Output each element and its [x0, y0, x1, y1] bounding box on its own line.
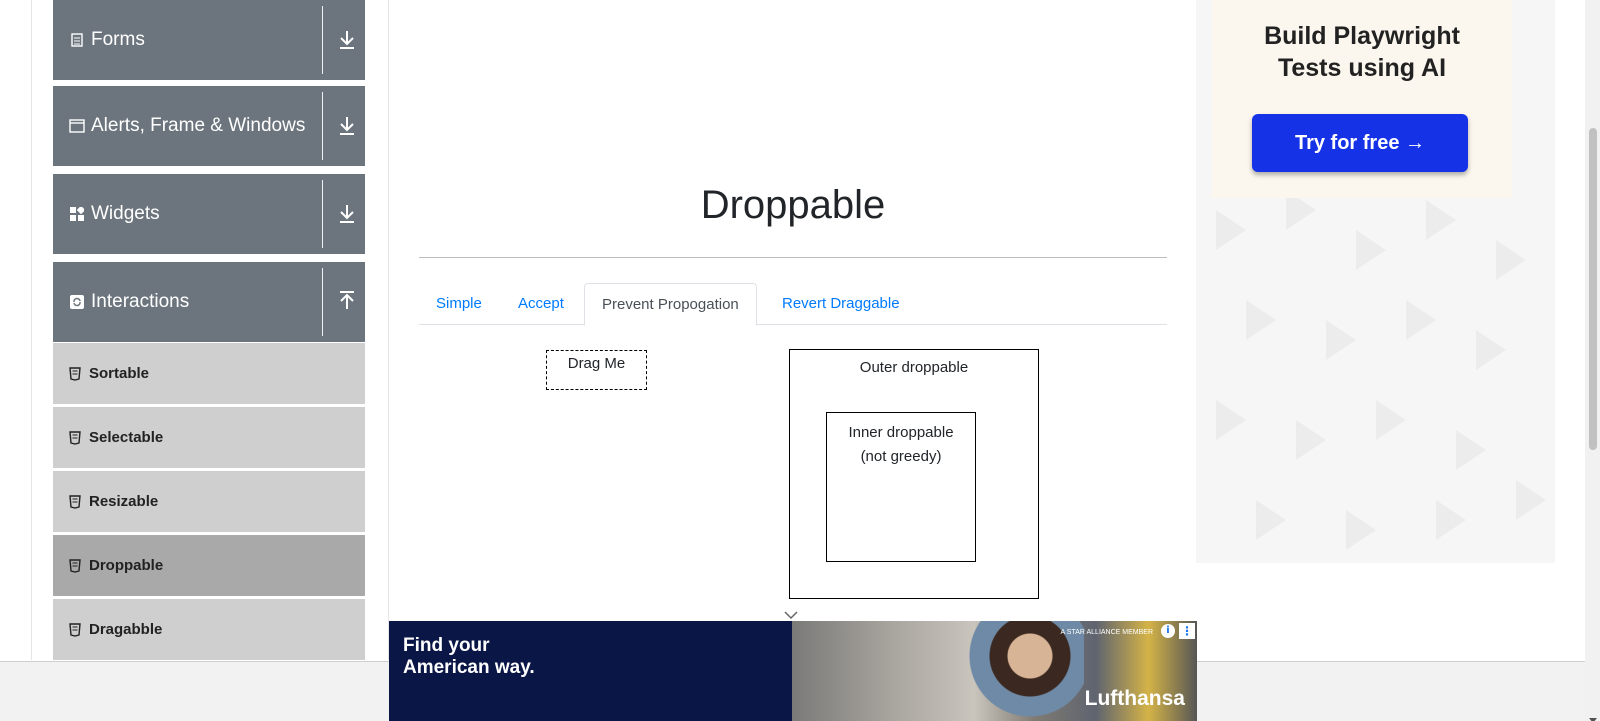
grid-icon [69, 206, 85, 222]
page-title: Droppable [700, 183, 886, 227]
ad-info-icon[interactable]: i [1161, 624, 1175, 638]
tab-prevent-propogation[interactable]: Prevent Propogation [584, 283, 757, 326]
page: Forms Alerts, Frame & Windows Widgets In… [0, 0, 1600, 721]
upload-icon[interactable] [337, 290, 357, 312]
sidebar-group-label: Widgets [91, 203, 160, 224]
sidebar-item-dragabble[interactable]: Dragabble [53, 598, 365, 660]
ad-menu-icon[interactable]: ⋮ [1179, 623, 1195, 639]
bottom-ad-banner[interactable]: Find your American way. A STAR ALLIANCE … [389, 621, 1197, 721]
sidebar-group-widgets[interactable]: Widgets [53, 174, 365, 254]
sidebar-item-label: Resizable [89, 493, 159, 510]
title-divider [419, 257, 1167, 258]
sidebar-item-label: Selectable [89, 429, 164, 446]
bottom-ad-line2: American way. [403, 657, 535, 678]
sidebar-item-label: Droppable [89, 557, 164, 574]
document-icon [69, 32, 85, 48]
bottom-ad-text: Find your American way. [403, 635, 535, 679]
tab-revert-draggable[interactable]: Revert Draggable [765, 283, 917, 325]
bottom-ad-brand: Lufthansa [1084, 687, 1185, 710]
download-icon[interactable] [337, 202, 357, 224]
chevron-down-icon[interactable] [783, 605, 799, 620]
sidebar-group-label: Interactions [91, 291, 190, 312]
tab-bar: Simple Accept Prevent Propogation Revert… [419, 283, 1167, 326]
right-ad-headline-line2: Tests using AI [1277, 54, 1447, 82]
sidebar-item-selectable[interactable]: Selectable [53, 406, 365, 468]
tab-accept[interactable]: Accept [501, 283, 581, 325]
outer-droppable[interactable]: Outer droppable Inner droppable (not gre… [789, 349, 1039, 599]
right-ad-headline: Build Playwright Tests using AI [1212, 20, 1512, 84]
drag-me-box[interactable]: Drag Me [546, 350, 647, 390]
inner-droppable-sublabel: (not greedy) [860, 448, 942, 465]
html5-icon [69, 366, 81, 381]
html5-icon [69, 558, 81, 573]
group-separator [322, 92, 323, 160]
html5-icon [69, 430, 81, 445]
sidebar-item-sortable[interactable]: Sortable [53, 342, 365, 404]
inner-droppable-label: Inner droppable [848, 424, 954, 441]
bottom-ad-tagline: A STAR ALLIANCE MEMBER [1060, 629, 1153, 636]
html5-icon [69, 494, 81, 509]
sidebar-item-droppable[interactable]: Droppable [53, 534, 365, 596]
window-icon [69, 118, 85, 134]
sidebar-group-label: Alerts, Frame & Windows [91, 115, 306, 136]
group-separator [322, 268, 323, 336]
sidebar-divider [388, 0, 389, 660]
sidebar-item-label: Dragabble [89, 621, 163, 638]
sidebar-item-label: Sortable [89, 365, 150, 382]
group-separator [322, 6, 323, 74]
sidebar-item-resizable[interactable]: Resizable [53, 470, 365, 532]
left-divider [31, 0, 32, 660]
bottom-ad-line1: Find your [403, 635, 490, 656]
group-separator [322, 180, 323, 248]
refresh-icon [69, 294, 85, 310]
html5-icon [69, 622, 81, 637]
download-icon[interactable] [337, 114, 357, 136]
inner-droppable[interactable]: Inner droppable (not greedy) [826, 412, 976, 562]
tab-simple[interactable]: Simple [419, 283, 499, 325]
sidebar-group-interactions[interactable]: Interactions [53, 262, 365, 342]
outer-droppable-label: Outer droppable [859, 359, 969, 376]
right-ad-headline-line1: Build Playwright [1264, 22, 1460, 50]
bottom-ad-person-image [964, 621, 1084, 721]
sidebar-group-alerts[interactable]: Alerts, Frame & Windows [53, 86, 365, 166]
download-icon[interactable] [337, 28, 357, 50]
try-for-free-button[interactable]: Try for free → [1252, 114, 1468, 172]
scrollbar-thumb[interactable] [1589, 128, 1597, 450]
scroll-down-icon[interactable] [1589, 709, 1597, 721]
sidebar-group-label: Forms [91, 29, 145, 50]
sidebar-group-forms[interactable]: Forms [53, 0, 365, 80]
